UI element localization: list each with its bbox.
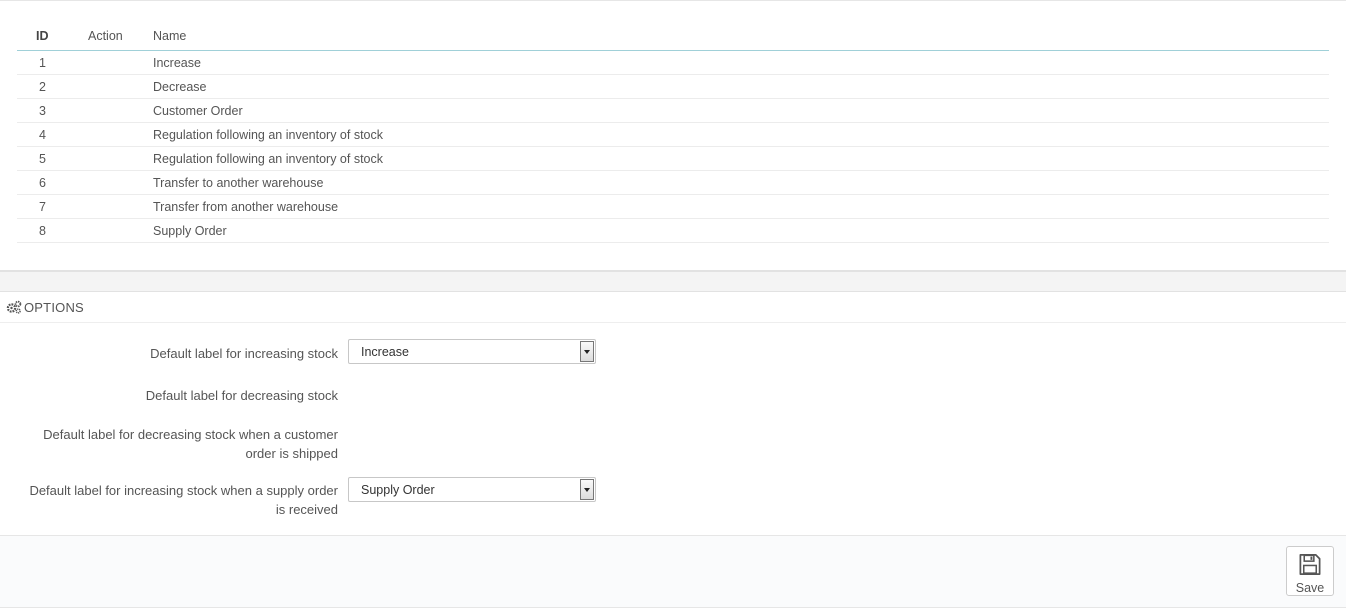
row-action	[88, 122, 153, 147]
row-name: Regulation following an inventory of sto…	[153, 146, 1329, 171]
row-name: Supply Order	[153, 218, 1329, 243]
stock-movement-list-panel: ID Action Name 1 Increase 2 Decrease 3 C…	[0, 0, 1346, 270]
row-name: Regulation following an inventory of sto…	[153, 122, 1329, 147]
row-name: Increase	[153, 50, 1329, 75]
cogs-icon	[6, 300, 22, 314]
row-action	[88, 170, 153, 195]
table-row[interactable]: 3 Customer Order	[17, 98, 1329, 123]
label-decreasing-stock-shipped: Default label for decreasing stock when …	[8, 425, 338, 463]
panel-separator	[0, 270, 1346, 292]
row-id: 2	[17, 74, 88, 99]
table-row[interactable]: 7 Transfer from another warehouse	[17, 194, 1329, 219]
column-header-id[interactable]: ID	[17, 21, 88, 51]
row-action	[88, 98, 153, 123]
select-increasing-stock-value: Increase	[361, 344, 409, 359]
options-panel: OPTIONS Default label for increasing sto…	[0, 292, 1346, 535]
row-id: 1	[17, 50, 88, 75]
row-action	[88, 50, 153, 75]
row-id: 5	[17, 146, 88, 171]
options-heading: OPTIONS	[0, 292, 1346, 323]
stock-movement-table: ID Action Name 1 Increase 2 Decrease 3 C…	[17, 21, 1329, 243]
row-name: Decrease	[153, 74, 1329, 99]
label-increasing-stock: Default label for increasing stock	[150, 346, 338, 361]
options-heading-text: OPTIONS	[24, 299, 84, 315]
table-row[interactable]: 2 Decrease	[17, 74, 1329, 99]
chevron-down-icon[interactable]	[580, 341, 594, 362]
row-id: 6	[17, 170, 88, 195]
row-action	[88, 146, 153, 171]
row-name: Transfer to another warehouse	[153, 170, 1329, 195]
label-increasing-stock-supply: Default label for increasing stock when …	[8, 481, 338, 519]
label-increasing-stock-supply-line2: is received	[275, 502, 338, 517]
table-row[interactable]: 4 Regulation following an inventory of s…	[17, 122, 1329, 147]
label-decreasing-stock-shipped-line2: order is shipped	[245, 446, 339, 461]
chevron-down-icon[interactable]	[580, 479, 594, 500]
row-name: Transfer from another warehouse	[153, 194, 1329, 219]
floppy-disk-icon	[1299, 554, 1321, 575]
row-action	[88, 194, 153, 219]
table-row[interactable]: 5 Regulation following an inventory of s…	[17, 146, 1329, 171]
select-increasing-stock-supply-value: Supply Order	[361, 482, 435, 497]
table-row[interactable]: 6 Transfer to another warehouse	[17, 170, 1329, 195]
row-id: 3	[17, 98, 88, 123]
label-decreasing-stock-shipped-line1: Default label for decreasing stock when …	[43, 427, 338, 442]
row-id: 8	[17, 218, 88, 243]
options-footer: Save	[0, 535, 1346, 608]
row-name: Customer Order	[153, 98, 1329, 123]
row-action	[88, 218, 153, 243]
select-increasing-stock[interactable]: Increase	[348, 339, 596, 364]
table-row[interactable]: 1 Increase	[17, 50, 1329, 75]
table-row[interactable]: 8 Supply Order	[17, 218, 1329, 243]
save-button[interactable]: Save	[1286, 546, 1334, 596]
table-header-row: ID Action Name	[17, 21, 1329, 51]
label-decreasing-stock: Default label for decreasing stock	[145, 388, 338, 403]
row-action	[88, 74, 153, 99]
column-header-name[interactable]: Name	[153, 21, 1329, 51]
select-increasing-stock-supply[interactable]: Supply Order	[348, 477, 596, 502]
column-header-action: Action	[88, 21, 153, 51]
row-id: 7	[17, 194, 88, 219]
save-button-label: Save	[1295, 581, 1325, 595]
row-id: 4	[17, 122, 88, 147]
label-increasing-stock-supply-line1: Default label for increasing stock when …	[29, 483, 338, 498]
